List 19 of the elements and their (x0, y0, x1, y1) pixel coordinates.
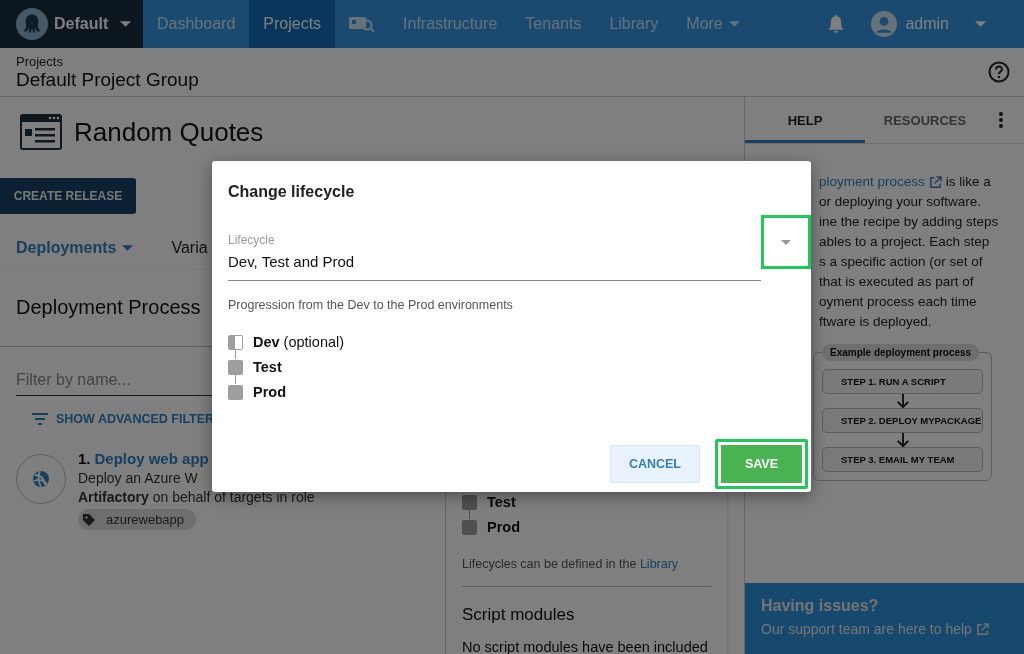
diagram-step: STEP 2. DEPLOY MYPACKAGE (822, 408, 983, 433)
diagram-title: Example deployment process (822, 344, 980, 361)
phase-name: Dev (optional) (253, 334, 345, 350)
step-number: 1. (78, 450, 91, 467)
dialog-title: Change lifecycle (228, 183, 356, 201)
support-title: Having issues? (761, 597, 880, 615)
phase-name: Test (253, 359, 282, 375)
phase-name: Prod (253, 384, 287, 400)
section-title: Script modules (462, 605, 576, 625)
diagram-step: STEP 3. EMAIL MY TEAM (822, 447, 983, 472)
step-description: Deploy an Azure W (78, 470, 199, 486)
project-name: Random Quotes (74, 116, 264, 148)
role-tag: azurewebapp (78, 509, 197, 530)
phase-name: Prod (487, 519, 521, 535)
page-title: Default Project Group (16, 68, 199, 91)
phase-name: Test (487, 494, 516, 510)
lifecycle-note: Lifecycles can be defined in the Library (462, 557, 680, 571)
diagram-step: STEP 1. RUN A SCRIPT (822, 369, 983, 394)
step-description: Artifactory on behalf of targets in role (78, 489, 315, 505)
